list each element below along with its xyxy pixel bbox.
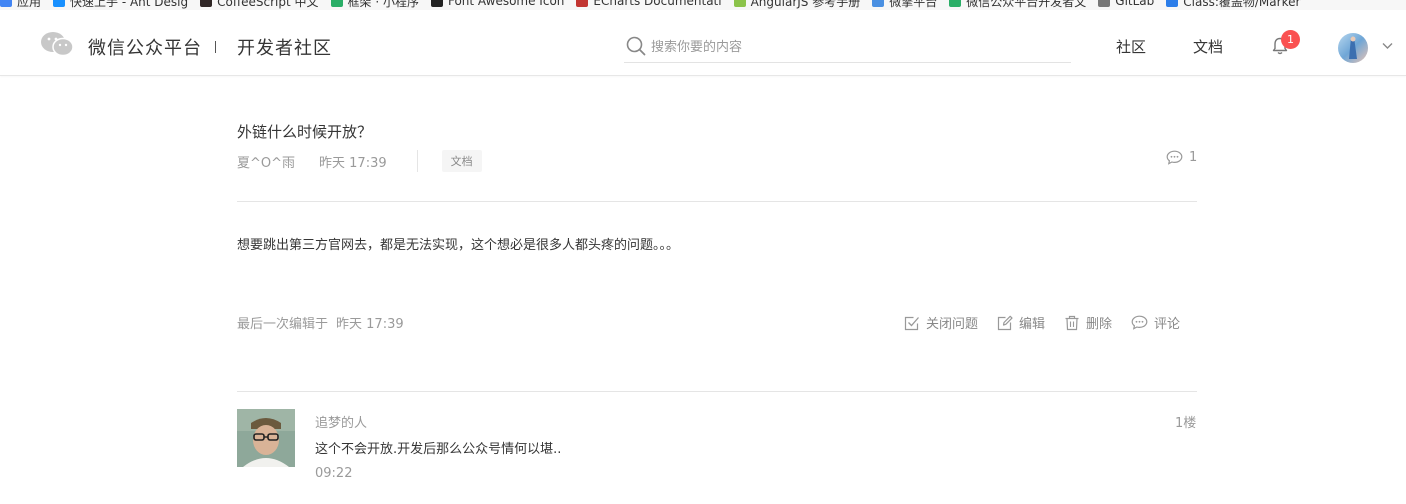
bookmark-label: CoffeeScript 中文 — [217, 0, 319, 9]
nav-docs[interactable]: 文档 — [1193, 36, 1223, 57]
question-actions: 关闭问题 编辑 删除 评论 — [904, 313, 1180, 332]
edit-info: 最后一次编辑于 昨天 17:39 — [237, 313, 404, 332]
question-title[interactable]: 外链什么时候开放？ — [237, 121, 372, 142]
bookmark-label: ECharts Documentati — [593, 0, 722, 8]
brand-title[interactable]: 微信公众平台 — [88, 34, 202, 60]
brand-subtitle[interactable]: 开发者社区 — [237, 34, 332, 60]
bookmark-label: Class:覆盖物/Marker — [1183, 0, 1301, 9]
bookmark-item[interactable]: 应用 — [0, 0, 41, 10]
bookmark-item[interactable]: GitLab — [1098, 0, 1154, 8]
checkbox-icon — [904, 316, 919, 330]
bookmark-label: GitLab — [1115, 0, 1155, 8]
question-author[interactable]: 夏^O^雨 — [237, 152, 295, 171]
reply-text: 这个不会开放.开发后那么公众号情何以堪.. — [315, 442, 562, 457]
bookmark-item[interactable]: 框架 · 小程序 — [330, 0, 419, 10]
bookmark-label: 快速上手 - Ant Desig — [70, 0, 189, 9]
reply-author[interactable]: 追梦的人 — [315, 412, 367, 431]
search-icon[interactable] — [626, 36, 646, 56]
gitlab-icon — [1098, 0, 1111, 7]
comment-icon — [1166, 150, 1183, 165]
trash-icon — [1065, 315, 1079, 330]
notification-badge: 1 — [1281, 30, 1300, 49]
bookmark-item[interactable]: CoffeeScript 中文 — [200, 0, 319, 10]
bookmark-label: 微擎平台 — [889, 0, 938, 9]
reply-avatar[interactable] — [237, 409, 295, 467]
content-divider — [237, 201, 1197, 202]
bookmark-item[interactable]: Class:覆盖物/Marker — [1166, 0, 1300, 10]
bookmark-item[interactable]: 微擎平台 — [872, 0, 937, 10]
reply-time: 09:22 — [315, 466, 353, 481]
question-meta: 夏^O^雨 昨天 17:39 文档 — [237, 150, 482, 172]
comment-label: 评论 — [1154, 317, 1181, 332]
coffeescript-icon — [200, 0, 213, 7]
bookmark-item[interactable]: 微信公众平台开发者文 — [949, 0, 1086, 10]
comment-button[interactable]: 评论 — [1131, 313, 1180, 332]
wechat-logo-icon[interactable] — [40, 31, 74, 57]
ant-design-icon — [53, 0, 66, 7]
map-icon — [1166, 0, 1179, 7]
bookmark-item[interactable]: Font Awesome Icon — [430, 0, 565, 8]
meta-divider — [416, 150, 418, 172]
nav-community[interactable]: 社区 — [1116, 36, 1146, 57]
question-time: 昨天 17:39 — [319, 155, 387, 171]
delete-button[interactable]: 删除 — [1064, 313, 1112, 332]
search-box — [624, 34, 1071, 63]
bookmark-item[interactable]: 快速上手 - Ant Desig — [53, 0, 188, 10]
cloud-icon — [872, 0, 885, 7]
close-question-label: 关闭问题 — [926, 317, 979, 332]
chevron-down-icon[interactable] — [1381, 39, 1394, 52]
close-question-button[interactable]: 关闭问题 — [904, 313, 978, 332]
delete-label: 删除 — [1086, 317, 1113, 332]
wechat-icon — [330, 0, 343, 7]
bookmark-label: 框架 · 小程序 — [347, 0, 419, 9]
site-header: 微信公众平台 开发者社区 社区 文档 1 — [0, 10, 1406, 76]
search-input[interactable] — [651, 36, 1061, 58]
brand-divider — [215, 41, 216, 53]
bookmark-item[interactable]: ECharts Documentati — [576, 0, 722, 8]
question-body: 想要跳出第三方官网去，都是无法实现，这个想必是很多人都头疼的问题。。。 — [237, 238, 680, 253]
bookmark-label: Font Awesome Icon — [447, 0, 565, 8]
comment-count-value: 1 — [1189, 150, 1198, 165]
bookmarks-bar: 应用 快速上手 - Ant Desig CoffeeScript 中文 框架 · 小程… — [0, 0, 1406, 10]
edited-time: 昨天 17:39 — [336, 317, 404, 332]
edit-icon — [997, 315, 1013, 330]
user-avatar[interactable] — [1338, 33, 1368, 63]
comment-count[interactable]: 1 — [1166, 150, 1197, 165]
edit-button[interactable]: 编辑 — [997, 313, 1045, 332]
comment-icon — [1131, 315, 1148, 330]
reply-floor: 1楼 — [1175, 416, 1197, 431]
reply-divider — [237, 391, 1197, 392]
bookmark-label: AngularJS 参考手册 — [750, 0, 861, 9]
angularjs-icon — [733, 0, 746, 7]
question-tag[interactable]: 文档 — [441, 150, 482, 172]
apps-icon — [0, 0, 12, 7]
bookmark-label: 微信公众平台开发者文 — [966, 0, 1087, 9]
edit-label: 编辑 — [1019, 317, 1046, 332]
echarts-icon — [576, 0, 589, 7]
edited-label: 最后一次编辑于 — [237, 317, 329, 332]
bookmark-label: 应用 — [17, 0, 42, 9]
bookmarks-row: 应用 快速上手 - Ant Desig CoffeeScript 中文 框架 · 小程… — [0, 0, 1312, 10]
bookmark-item[interactable]: AngularJS 参考手册 — [733, 0, 861, 10]
font-awesome-icon — [430, 0, 443, 7]
wechat-icon — [949, 0, 962, 7]
